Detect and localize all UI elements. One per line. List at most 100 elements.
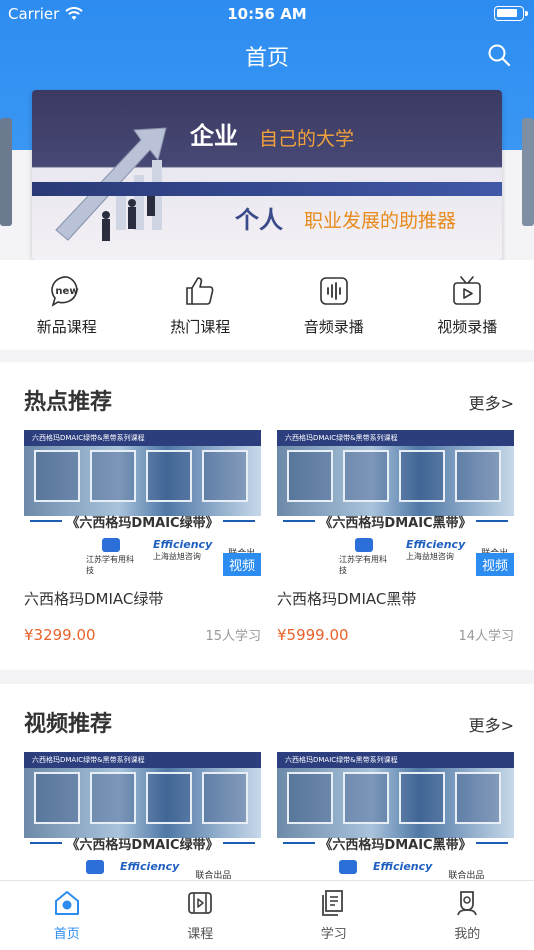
profile-icon bbox=[457, 891, 478, 916]
course-meta: ¥3299.00 15人学习 bbox=[24, 625, 261, 645]
more-link[interactable]: 更多> bbox=[469, 390, 514, 414]
more-link[interactable]: 更多> bbox=[469, 712, 514, 736]
course-price: ¥3299.00 bbox=[24, 625, 96, 644]
category-grid: new 新品课程 热门课程 音频录播 视频录播 bbox=[0, 260, 534, 350]
tv-icon bbox=[453, 276, 482, 305]
partner-a bbox=[339, 860, 357, 876]
banner-line2-main: 个人 bbox=[235, 206, 283, 234]
course-card[interactable]: 六西格玛DMAIC绿带&黑带系列课程 《六西格玛DMAIC黑带》 Efficie… bbox=[277, 752, 514, 898]
tab-label: 我的 bbox=[454, 927, 481, 942]
new-icon: new bbox=[50, 276, 78, 307]
partner-b: Efficiency bbox=[120, 860, 179, 873]
study-icon bbox=[321, 890, 343, 916]
thumb-title-text: 《六西格玛DMAIC绿带》 bbox=[62, 516, 223, 531]
partner-a: 江苏学有用科技 bbox=[86, 538, 137, 576]
section-header: 热点推荐 更多> bbox=[0, 362, 534, 432]
partner-a bbox=[86, 860, 104, 876]
banner-next-peek[interactable] bbox=[522, 118, 534, 226]
status-bar: Carrier 10:56 AM bbox=[0, 0, 534, 30]
tab-study[interactable]: 学习 bbox=[267, 881, 401, 950]
course-cards: 六西格玛DMAIC绿带&黑带系列课程 《六西格玛DMAIC绿带》 江苏学有用科技… bbox=[24, 430, 514, 644]
app-logo-icon bbox=[102, 538, 121, 552]
home-icon bbox=[54, 891, 79, 915]
course-thumbnail[interactable]: 六西格玛DMAIC绿带&黑带系列课程 《六西格玛DMAIC绿带》 Efficie… bbox=[24, 752, 261, 898]
hot-section: 热点推荐 更多> 六西格玛DMAIC绿带&黑带系列课程 《六西格玛DMAIC绿带… bbox=[0, 362, 534, 670]
partner-logos: Efficiency 联合出品 bbox=[86, 860, 231, 881]
partner-a-label: 江苏学有用科技 bbox=[86, 555, 134, 575]
thumb-title: 《六西格玛DMAIC黑带》 bbox=[277, 834, 514, 853]
banner-line2-sub: 职业发展的助推器 bbox=[304, 210, 457, 232]
section-title: 热点推荐 bbox=[24, 390, 113, 415]
tab-label: 课程 bbox=[187, 927, 214, 942]
banner-carousel[interactable]: 企业 自己的大学 个人 职业发展的助推器 bbox=[0, 78, 534, 260]
efficiency-logo: Efficiency bbox=[152, 538, 213, 551]
course-thumbnail[interactable]: 六西格玛DMAIC绿带&黑带系列课程 《六西格玛DMAIC黑带》 江苏学有用科技… bbox=[277, 430, 514, 576]
course-price: ¥5999.00 bbox=[277, 625, 349, 644]
app-logo-icon bbox=[339, 860, 357, 874]
banner-stripe bbox=[32, 182, 502, 196]
thumb-header: 六西格玛DMAIC绿带&黑带系列课程 bbox=[277, 752, 514, 768]
banner-prev-peek[interactable] bbox=[0, 118, 12, 226]
thumb-header: 六西格玛DMAIC绿带&黑带系列课程 bbox=[24, 430, 261, 446]
efficiency-logo: Efficiency bbox=[373, 860, 433, 873]
course-name[interactable]: 六西格玛DMIAC绿带 bbox=[24, 588, 261, 609]
film-strip bbox=[277, 766, 514, 838]
banner-line1-main: 企业 bbox=[190, 122, 238, 150]
category-label: 热门课程 bbox=[170, 318, 231, 336]
banner-line1-sub: 自己的大学 bbox=[259, 128, 355, 150]
section-title: 视频推荐 bbox=[24, 712, 113, 737]
category-new[interactable]: new 新品课程 bbox=[0, 260, 134, 350]
partner-b: Efficiency 上海益旭咨询 bbox=[406, 538, 465, 562]
partner-a: 江苏学有用科技 bbox=[339, 538, 390, 576]
tab-label: 学习 bbox=[320, 927, 347, 942]
category-label: 音频录播 bbox=[303, 318, 364, 336]
category-video[interactable]: 视频录播 bbox=[401, 260, 534, 350]
tab-course[interactable]: 课程 bbox=[134, 881, 268, 950]
category-label: 新品课程 bbox=[36, 318, 97, 336]
clock: 10:56 AM bbox=[227, 5, 307, 23]
search-icon[interactable] bbox=[486, 42, 512, 68]
learner-count: 15人学习 bbox=[205, 629, 261, 644]
tab-profile[interactable]: 我的 bbox=[401, 881, 534, 950]
app-logo-icon bbox=[86, 860, 104, 874]
thumb-title: 《六西格玛DMAIC绿带》 bbox=[24, 834, 261, 853]
video-badge: 视频 bbox=[222, 553, 261, 576]
course-card[interactable]: 六西格玛DMAIC绿带&黑带系列课程 《六西格玛DMAIC绿带》 江苏学有用科技… bbox=[24, 430, 261, 644]
efficiency-logo: Efficiency bbox=[405, 538, 466, 551]
tab-bar: 首页 课程 学习 我的 bbox=[0, 880, 534, 950]
app-logo-icon bbox=[355, 538, 374, 552]
course-cards: 六西格玛DMAIC绿带&黑带系列课程 《六西格玛DMAIC绿带》 Efficie… bbox=[24, 752, 514, 898]
video-badge: 视频 bbox=[475, 553, 514, 576]
category-label: 视频录播 bbox=[437, 318, 498, 336]
page-title: 首页 bbox=[244, 46, 289, 71]
thumb-title: 《六西格玛DMAIC绿带》 bbox=[24, 512, 261, 531]
thumb-title-text: 《六西格玛DMAIC绿带》 bbox=[62, 838, 223, 853]
thumb-header: 六西格玛DMAIC绿带&黑带系列课程 bbox=[24, 752, 261, 768]
tab-label: 首页 bbox=[53, 927, 80, 942]
film-strip bbox=[24, 444, 261, 516]
thumb-title: 《六西格玛DMAIC黑带》 bbox=[277, 512, 514, 531]
efficiency-logo: Efficiency bbox=[120, 860, 180, 873]
thumb-title-text: 《六西格玛DMAIC黑带》 bbox=[315, 838, 476, 853]
audio-icon bbox=[319, 277, 348, 305]
course-icon bbox=[188, 892, 213, 914]
video-section: 视频推荐 更多> 六西格玛DMAIC绿带&黑带系列课程 《六西格玛DMAIC绿带… bbox=[0, 684, 534, 898]
banner-slide[interactable]: 企业 自己的大学 个人 职业发展的助推器 bbox=[32, 90, 502, 260]
category-hot[interactable]: 热门课程 bbox=[134, 260, 268, 350]
course-name[interactable]: 六西格玛DMIAC黑带 bbox=[277, 588, 514, 609]
course-card[interactable]: 六西格玛DMAIC绿带&黑带系列课程 《六西格玛DMAIC黑带》 江苏学有用科技… bbox=[277, 430, 514, 644]
course-meta: ¥5999.00 14人学习 bbox=[277, 625, 514, 645]
category-audio[interactable]: 音频录播 bbox=[267, 260, 401, 350]
partner-b: Efficiency 上海益旭咨询 bbox=[153, 538, 212, 562]
section-header: 视频推荐 更多> bbox=[0, 684, 534, 754]
course-card[interactable]: 六西格玛DMAIC绿带&黑带系列课程 《六西格玛DMAIC绿带》 Efficie… bbox=[24, 752, 261, 898]
partner-logos: Efficiency 联合出品 bbox=[339, 860, 484, 881]
course-thumbnail[interactable]: 六西格玛DMAIC绿带&黑带系列课程 《六西格玛DMAIC绿带》 江苏学有用科技… bbox=[24, 430, 261, 576]
tab-home[interactable]: 首页 bbox=[0, 881, 134, 950]
thumb-header: 六西格玛DMAIC绿带&黑带系列课程 bbox=[277, 430, 514, 446]
thumb-title-text: 《六西格玛DMAIC黑带》 bbox=[315, 516, 476, 531]
course-thumbnail[interactable]: 六西格玛DMAIC绿带&黑带系列课程 《六西格玛DMAIC黑带》 Efficie… bbox=[277, 752, 514, 898]
film-strip bbox=[277, 444, 514, 516]
partner-b: Efficiency bbox=[373, 860, 432, 873]
partner-b-label: 上海益旭咨询 bbox=[405, 552, 454, 561]
